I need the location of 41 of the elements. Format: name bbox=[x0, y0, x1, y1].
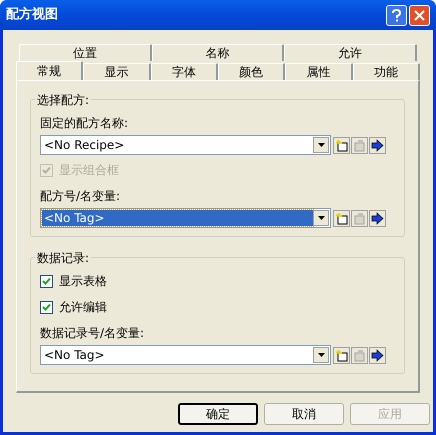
dropdown-value: <No Tag> bbox=[42, 210, 313, 226]
dropdown-value: <No Recipe> bbox=[43, 137, 126, 153]
group-title: 选择配方: bbox=[35, 91, 92, 109]
dropdown[interactable]: <No Recipe> bbox=[40, 135, 331, 155]
dropdown[interactable]: <No Tag> bbox=[40, 208, 331, 228]
field-label: 数据记录号/名变量: bbox=[40, 325, 146, 341]
close-button[interactable] bbox=[409, 4, 430, 26]
checkbox[interactable] bbox=[40, 274, 53, 288]
check-icon bbox=[42, 166, 51, 174]
help-button[interactable] bbox=[386, 4, 407, 26]
tab[interactable]: 字体 bbox=[150, 63, 218, 80]
tab[interactable]: 属性 bbox=[285, 63, 353, 80]
check-icon bbox=[42, 277, 51, 285]
tab[interactable]: 允许 bbox=[284, 44, 418, 61]
new-tag-icon[interactable] bbox=[333, 210, 350, 226]
arrow-right-icon[interactable] bbox=[369, 210, 386, 226]
new-tag-icon[interactable] bbox=[333, 136, 350, 154]
tab[interactable]: 位置 bbox=[19, 44, 152, 61]
field-label: 固定的配方名称: bbox=[40, 115, 130, 131]
dialog-button[interactable]: 确定 bbox=[178, 403, 258, 425]
check-icon bbox=[42, 303, 51, 311]
checkbox-label: 显示组合框 bbox=[59, 162, 119, 179]
close-icon bbox=[414, 10, 425, 20]
arrow-right-icon[interactable] bbox=[369, 136, 386, 154]
arrow-right-icon[interactable] bbox=[369, 346, 386, 364]
dropdown[interactable]: <No Tag> bbox=[40, 345, 331, 365]
new-tag-icon[interactable] bbox=[333, 346, 350, 364]
window-title: 配方视图 bbox=[6, 6, 59, 24]
group-title: 数据记录: bbox=[35, 249, 92, 267]
checkbox-label: 允许编辑 bbox=[59, 299, 107, 316]
tab[interactable]: 常规 bbox=[16, 61, 84, 80]
tab[interactable]: 显示 bbox=[83, 63, 151, 80]
checkbox[interactable] bbox=[40, 300, 53, 314]
help-icon bbox=[392, 8, 401, 22]
tab[interactable]: 功能 bbox=[352, 63, 420, 80]
checkbox-label: 显示表格 bbox=[59, 273, 107, 290]
tab[interactable]: 名称 bbox=[152, 44, 284, 61]
dialog-button[interactable]: 取消 bbox=[264, 403, 344, 425]
field-label: 配方号/名变量: bbox=[40, 188, 122, 204]
tab[interactable]: 颜色 bbox=[218, 63, 286, 80]
dropdown-value: <No Tag> bbox=[43, 347, 106, 363]
